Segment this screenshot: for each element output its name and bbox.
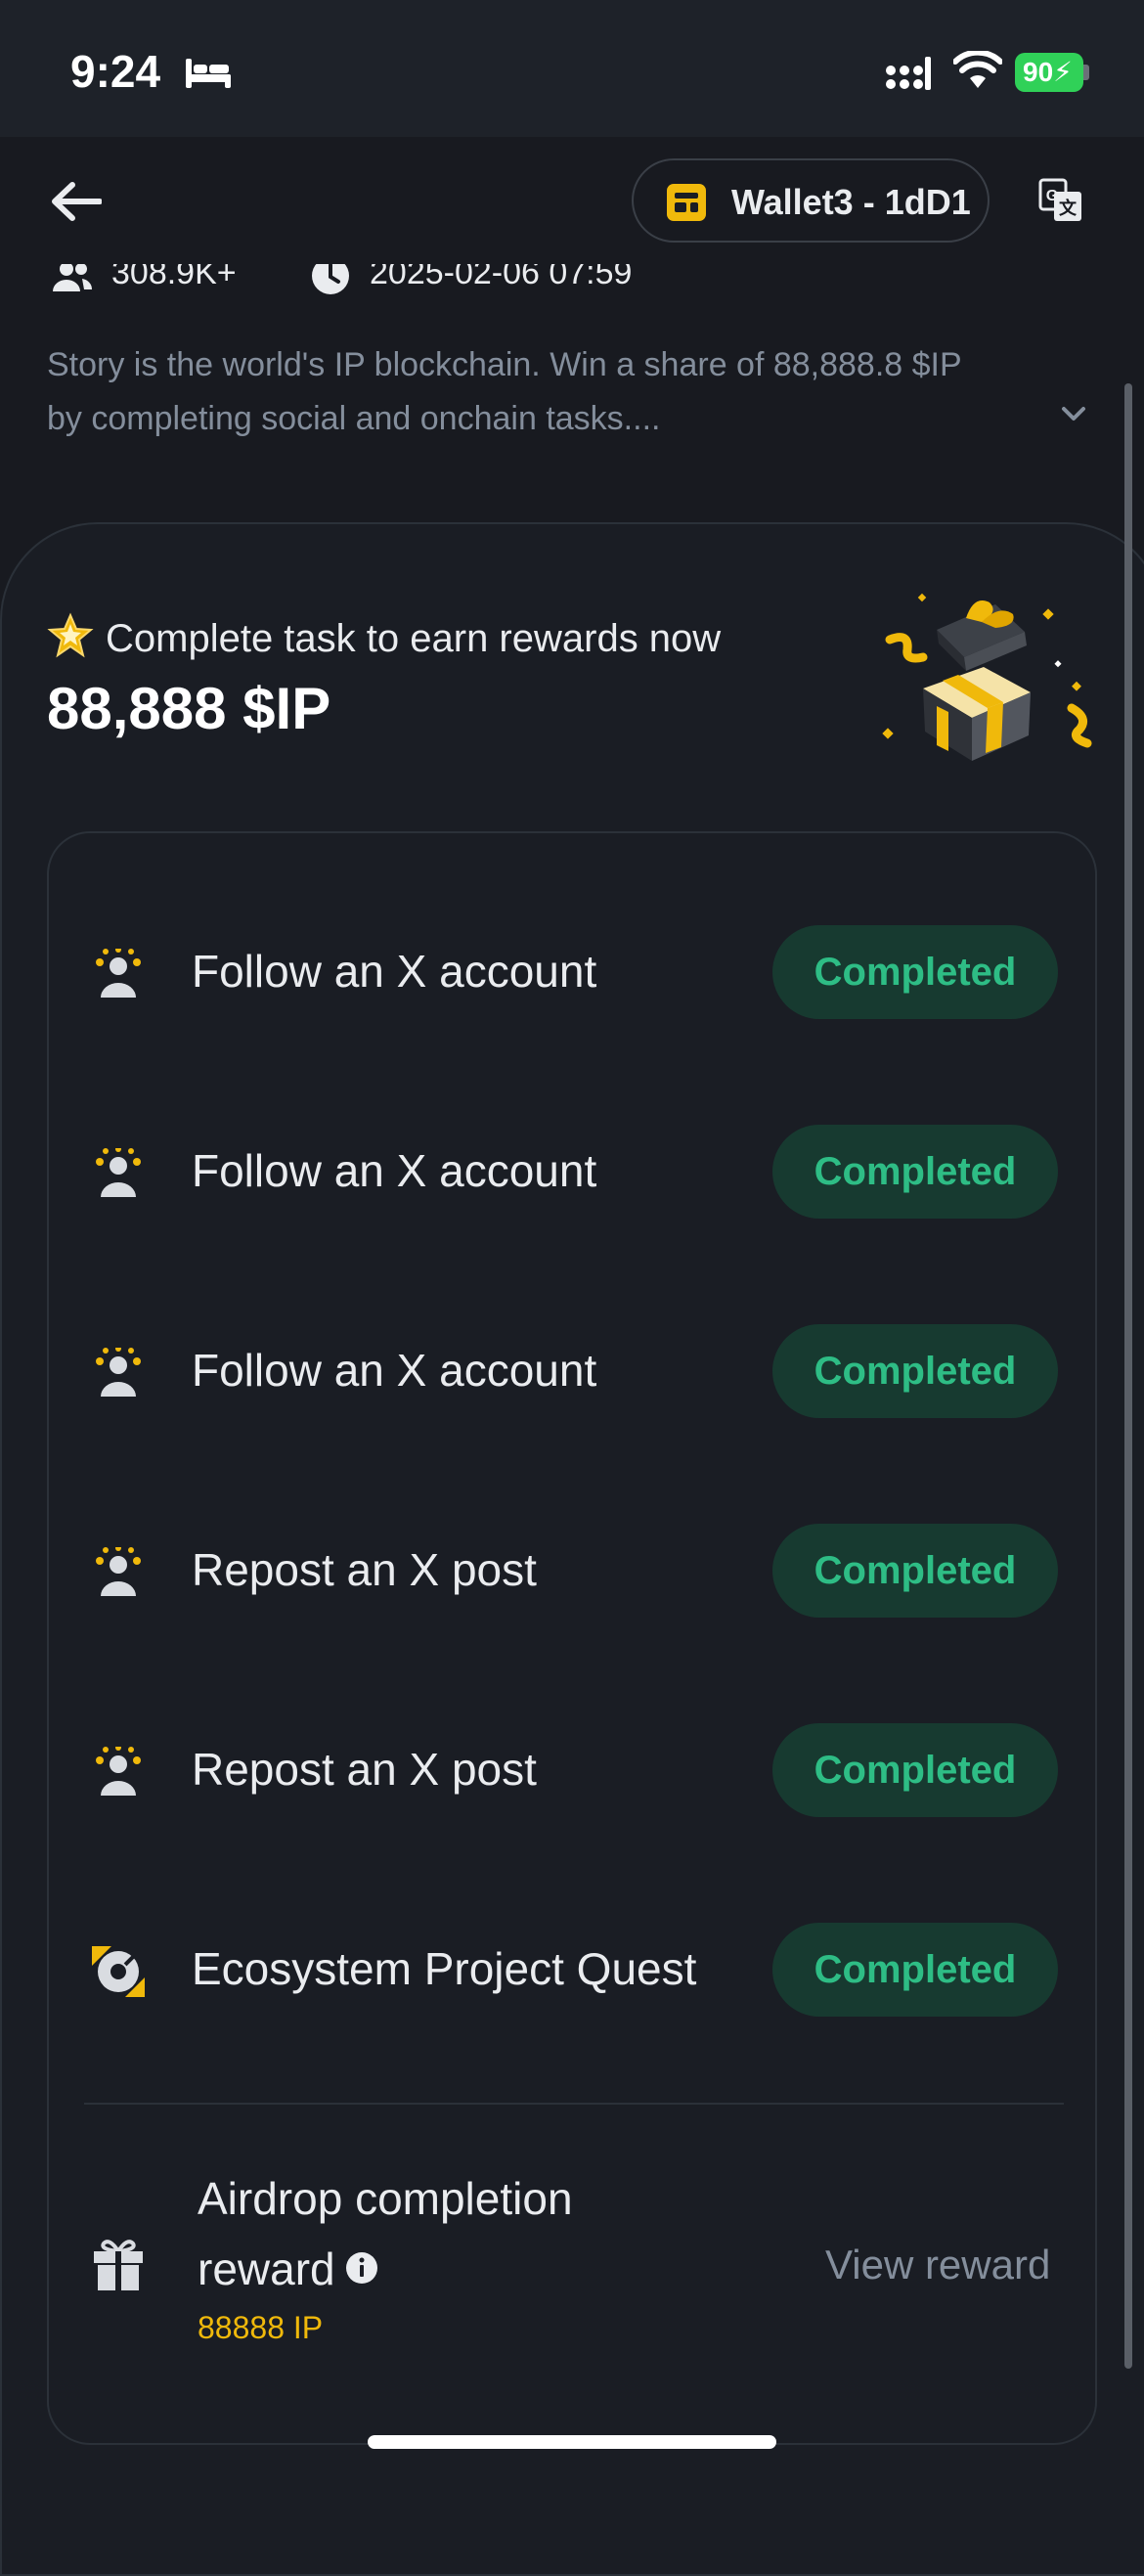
promo-headline-text: Complete task to earn rewards now: [106, 617, 722, 660]
task-label: Follow an X account: [192, 946, 597, 997]
bed-icon: [186, 59, 231, 88]
social-task-icon: [96, 949, 141, 998]
status-time: 9:24: [70, 46, 161, 97]
completed-badge: Completed: [772, 1923, 1058, 2017]
status-bar: 9:24 90⚡: [0, 0, 1144, 137]
battery-tip: [1083, 65, 1089, 80]
social-task-icon: [96, 1148, 141, 1197]
completed-badge: Completed: [772, 1324, 1058, 1418]
task-label: Ecosystem Project Quest: [192, 1943, 697, 1994]
reward-title-line-2: reward: [198, 2234, 657, 2304]
svg-text:文: 文: [1059, 198, 1078, 218]
description-line-1: Story is the world's IP blockchain. Win …: [47, 346, 962, 383]
task-row[interactable]: Ecosystem Project Quest Completed: [49, 1921, 1099, 2019]
divider: [84, 2103, 1064, 2105]
task-row[interactable]: Repost an X post Completed: [49, 1522, 1099, 1620]
reward-title: Airdrop completion reward: [198, 2163, 657, 2304]
social-task-icon: [96, 1747, 141, 1796]
wallet-selector-button[interactable]: Wallet3 - 1dD1: [632, 158, 990, 243]
completed-badge: Completed: [772, 925, 1058, 1019]
social-task-icon: [96, 1547, 141, 1596]
task-row[interactable]: Follow an X account Completed: [49, 1322, 1099, 1420]
gift-icon: [94, 2240, 143, 2290]
task-row[interactable]: Follow an X account Completed: [49, 923, 1099, 1021]
task-label: Repost an X post: [192, 1744, 537, 1795]
translate-icon[interactable]: 文 G: [1038, 178, 1083, 223]
promo-headline: Complete task to earn rewards now: [47, 612, 721, 661]
page-header: Wallet3 - 1dD1 文 G: [0, 137, 1144, 264]
users-icon: [53, 262, 92, 291]
wallet-icon: [667, 184, 706, 221]
task-list: Follow an X account Completed Follow an …: [47, 831, 1097, 2445]
svg-text:G: G: [1046, 188, 1058, 204]
back-arrow-icon[interactable]: [51, 182, 102, 221]
scrollbar[interactable]: [1124, 383, 1132, 2369]
view-reward-button[interactable]: View reward: [825, 2242, 1050, 2288]
info-icon[interactable]: [345, 2251, 378, 2285]
description-line-2: by completing social and onchain tasks..…: [47, 400, 661, 437]
reward-title-line-2-text: reward: [198, 2243, 335, 2294]
gift-box-icon: [882, 593, 1092, 761]
completed-badge: Completed: [772, 1723, 1058, 1817]
chevron-down-icon[interactable]: [1058, 403, 1089, 426]
social-task-icon: [96, 1348, 141, 1397]
promo-amount: 88,888 $IP: [47, 676, 331, 741]
wifi-icon: [953, 51, 1002, 88]
task-label: Repost an X post: [192, 1544, 537, 1595]
battery-level: 90: [1023, 57, 1054, 87]
task-label: Follow an X account: [192, 1345, 597, 1396]
home-indicator[interactable]: [368, 2435, 776, 2449]
reward-amount: 88888 IP: [198, 2310, 324, 2345]
star-icon: [47, 612, 94, 658]
campaign-description: Story is the world's IP blockchain. Win …: [47, 338, 1025, 446]
ecosystem-quest-icon: [92, 1946, 145, 1997]
wallet-label: Wallet3 - 1dD1: [731, 182, 971, 222]
reward-title-line-1: Airdrop completion: [198, 2173, 573, 2224]
completed-badge: Completed: [772, 1125, 1058, 1219]
completed-badge: Completed: [772, 1524, 1058, 1618]
task-row[interactable]: Follow an X account Completed: [49, 1123, 1099, 1221]
signal-icon: [886, 57, 931, 90]
battery-icon: 90⚡: [1015, 53, 1083, 92]
task-label: Follow an X account: [192, 1145, 597, 1196]
task-row[interactable]: Repost an X post Completed: [49, 1721, 1099, 1819]
